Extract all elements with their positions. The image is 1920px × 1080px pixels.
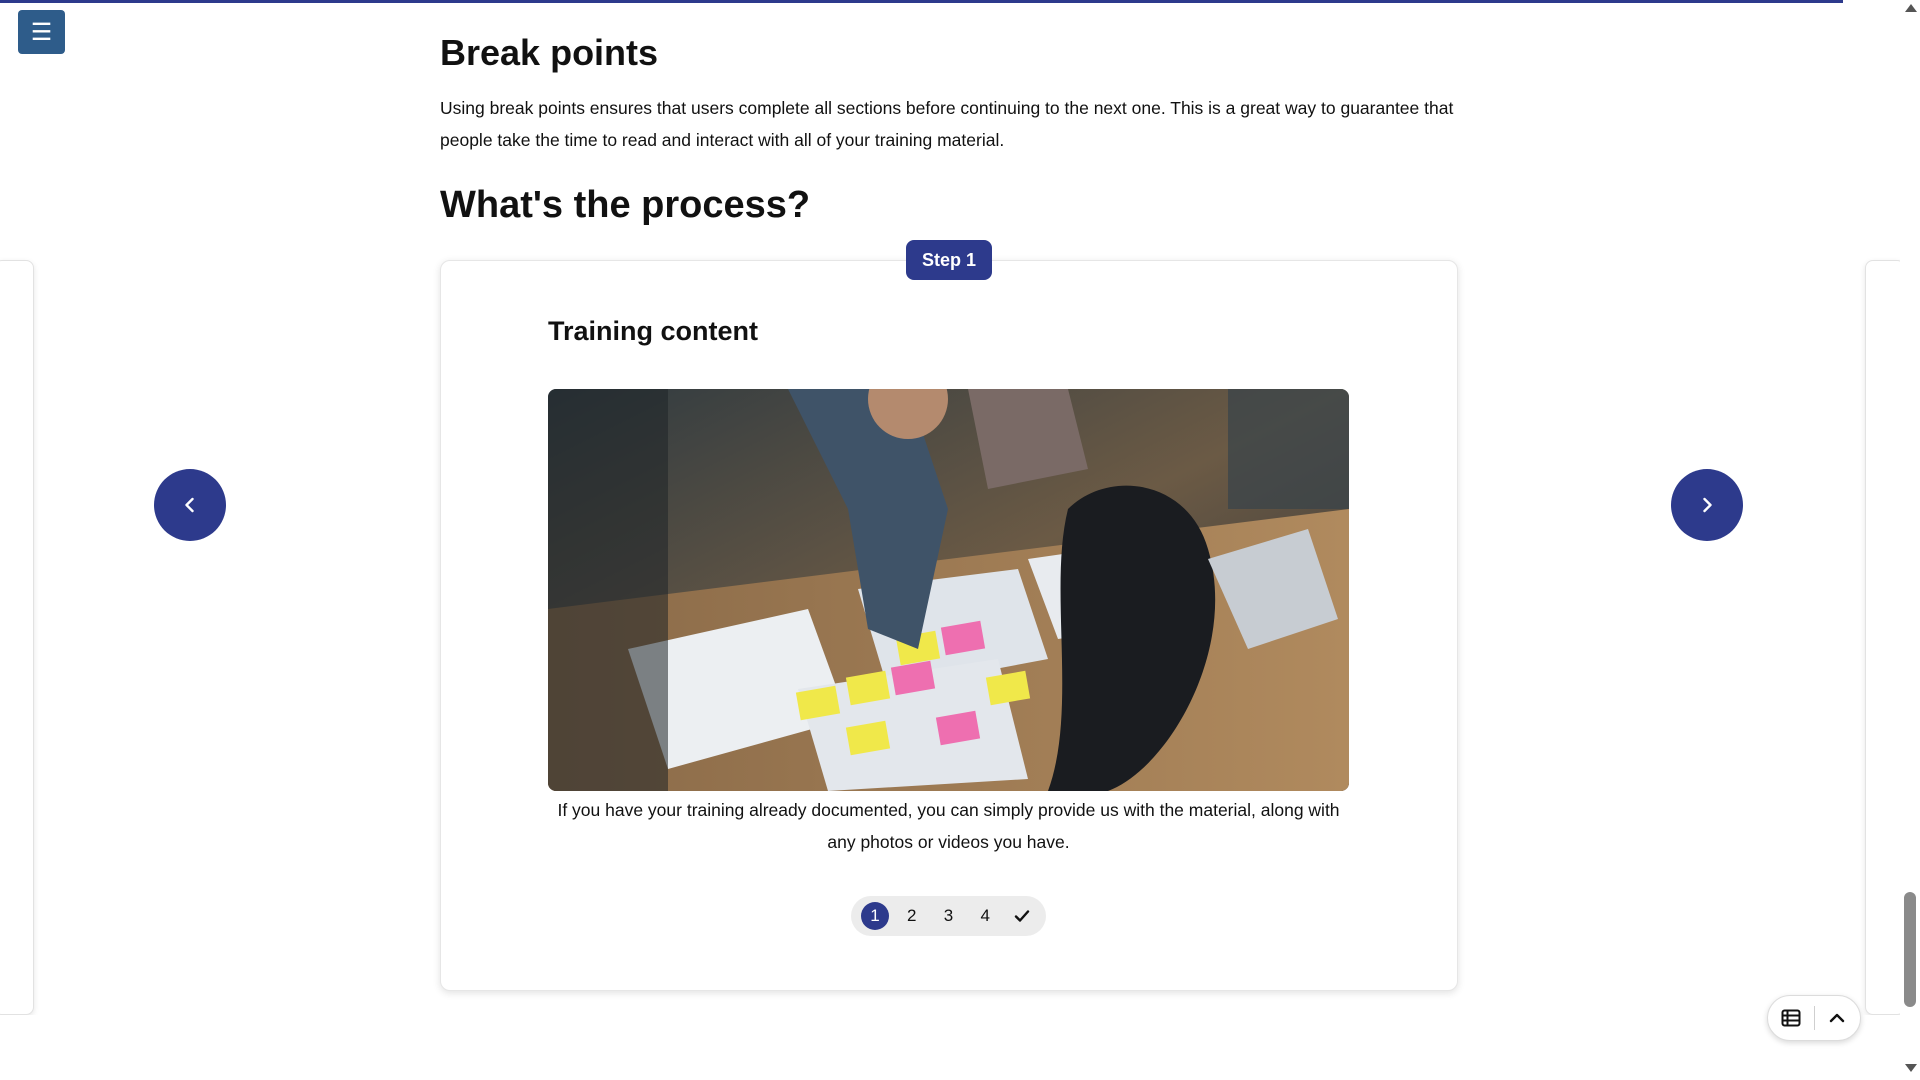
section-intro: Using break points ensures that users co… bbox=[440, 98, 1454, 150]
table-of-contents-icon bbox=[1781, 1009, 1801, 1027]
scroll-up-arrow-icon[interactable] bbox=[1905, 4, 1917, 12]
card-title: Training content bbox=[548, 316, 759, 346]
scroll-to-top-button[interactable] bbox=[1814, 995, 1860, 1041]
step-complete[interactable] bbox=[1008, 902, 1036, 930]
checkmark-icon bbox=[1014, 910, 1030, 922]
chevron-left-icon bbox=[185, 497, 194, 513]
step-dot-3[interactable]: 3 bbox=[935, 902, 963, 930]
step-dot-4[interactable]: 4 bbox=[971, 902, 999, 930]
step-badge: Step 1 bbox=[906, 240, 992, 280]
page-progress-bar bbox=[0, 0, 1843, 3]
training-photo bbox=[548, 389, 1349, 791]
menu-button[interactable]: ☰ bbox=[18, 10, 65, 54]
next-slide-peek bbox=[1865, 260, 1905, 1015]
step-dot-2[interactable]: 2 bbox=[898, 902, 926, 930]
previous-step-button[interactable] bbox=[154, 469, 226, 541]
chevron-up-icon bbox=[1830, 1013, 1845, 1023]
step-dot-1[interactable]: 1 bbox=[861, 902, 889, 930]
page-bottom bbox=[0, 1015, 1900, 1080]
vertical-scrollbar[interactable] bbox=[1900, 0, 1920, 1080]
scroll-thumb[interactable] bbox=[1904, 892, 1916, 1007]
hamburger-icon: ☰ bbox=[30, 18, 53, 46]
table-of-contents-button[interactable] bbox=[1768, 995, 1814, 1041]
card-caption: If you have your training already docume… bbox=[557, 800, 1340, 852]
floating-toolbar bbox=[1767, 995, 1861, 1041]
process-title: What's the process? bbox=[440, 184, 811, 226]
chevron-right-icon bbox=[1703, 497, 1712, 513]
next-step-button[interactable] bbox=[1671, 469, 1743, 541]
scroll-down-arrow-icon[interactable] bbox=[1905, 1064, 1917, 1072]
step-pagination: 1 2 3 4 bbox=[851, 896, 1046, 936]
previous-slide-peek bbox=[0, 260, 34, 1015]
section-title: Break points bbox=[440, 32, 659, 73]
